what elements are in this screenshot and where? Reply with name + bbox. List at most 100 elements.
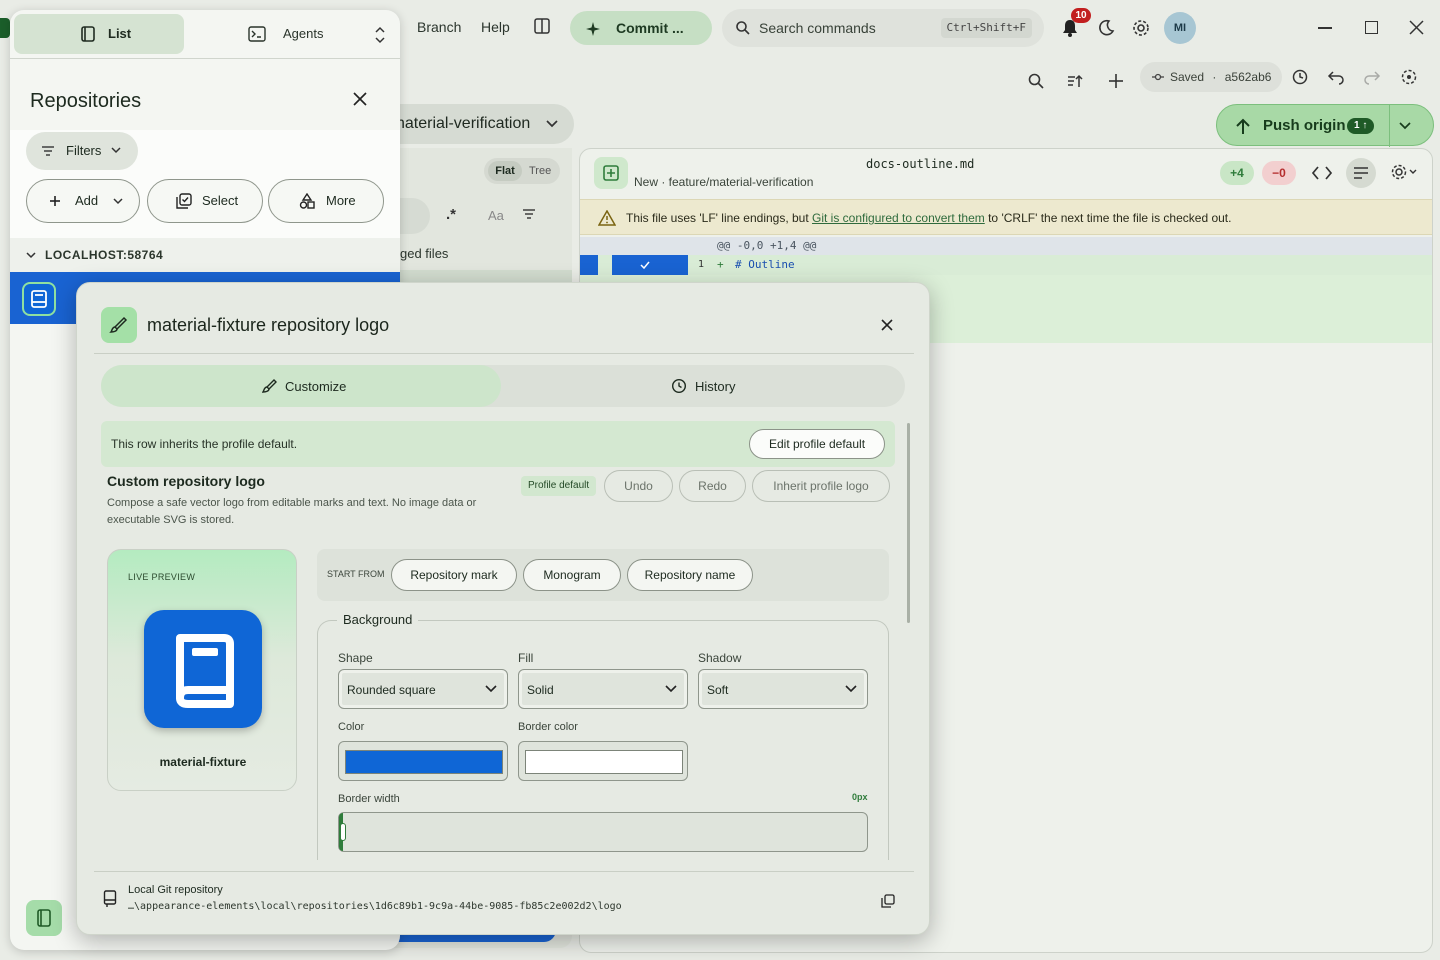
add-button[interactable]: Add xyxy=(26,179,140,223)
undo-icon[interactable] xyxy=(1327,69,1345,85)
undo-button[interactable]: Undo xyxy=(604,470,673,502)
host-group-header[interactable]: LOCALHOST:58764 xyxy=(45,248,163,262)
push-origin-button[interactable]: Push origin 1 ↑ xyxy=(1216,104,1434,147)
more-label: More xyxy=(326,193,356,208)
changes-list-row[interactable] xyxy=(380,270,572,282)
add-label: Add xyxy=(75,193,99,208)
chevron-down-icon xyxy=(485,684,497,694)
terminal-icon xyxy=(248,26,266,42)
sort-icon[interactable] xyxy=(1066,72,1084,90)
push-options-chevron-icon[interactable] xyxy=(1399,121,1411,131)
settings-gear-icon[interactable] xyxy=(1131,18,1151,38)
commit-dot-icon xyxy=(1152,72,1164,82)
edit-profile-default-button[interactable]: Edit profile default xyxy=(749,429,885,459)
shape-label: Shape xyxy=(338,651,373,665)
line-endings-warning: This file uses 'LF' line endings, but Gi… xyxy=(580,199,1432,235)
dark-mode-moon-icon[interactable] xyxy=(1096,18,1116,38)
chevron-down-icon xyxy=(111,146,121,154)
tab-customize[interactable]: Customize xyxy=(101,365,501,407)
redo-button[interactable]: Redo xyxy=(679,470,746,502)
select-multiple-icon xyxy=(176,193,192,209)
line-content: # Outline xyxy=(735,258,795,271)
app-logo-icon xyxy=(0,18,10,38)
tab-list[interactable]: List xyxy=(14,14,184,54)
border-color-picker[interactable] xyxy=(518,741,688,781)
regex-toggle[interactable]: .* xyxy=(446,206,456,223)
check-icon xyxy=(639,259,651,271)
tab-agents[interactable]: Agents xyxy=(204,14,364,54)
close-window-icon[interactable] xyxy=(1409,20,1424,35)
color-picker[interactable] xyxy=(338,741,508,781)
add-icon[interactable] xyxy=(1107,72,1125,90)
more-button[interactable]: More xyxy=(268,179,384,223)
search-icon[interactable] xyxy=(1027,72,1045,90)
select-button[interactable]: Select xyxy=(147,179,263,223)
filters-button[interactable]: Filters xyxy=(26,132,138,170)
fill-value: Solid xyxy=(527,683,554,697)
wrap-lines-icon[interactable] xyxy=(1346,158,1376,188)
border-width-label: Border width xyxy=(338,793,400,805)
saved-label: Saved xyxy=(1170,70,1205,84)
copy-path-icon[interactable] xyxy=(881,894,895,908)
view-mode-toggle[interactable]: Flat Tree xyxy=(484,158,560,184)
git-config-link[interactable]: Git is configured to convert them xyxy=(812,211,985,225)
background-legend: Background xyxy=(337,612,419,627)
dialog-title: material-fixture repository logo xyxy=(147,315,390,335)
shape-select[interactable]: Rounded square xyxy=(338,669,508,709)
border-width-slider[interactable] xyxy=(338,812,868,852)
diff-settings-gear-icon[interactable] xyxy=(1390,163,1420,181)
chevron-down-icon xyxy=(665,684,677,694)
inherit-notice: This row inherits the profile default. E… xyxy=(101,421,895,467)
dialog-scrollbar[interactable] xyxy=(907,423,910,623)
line-stage-checkbox[interactable] xyxy=(580,255,598,275)
hunk-header: @@ -0,0 +1,4 @@ xyxy=(580,237,1432,255)
expand-collapse-icon[interactable] xyxy=(374,26,386,44)
section-description: Compose a safe vector logo from editable… xyxy=(107,497,477,526)
command-search-input[interactable]: Search commands Ctrl+Shift+F xyxy=(722,9,1044,47)
slider-handle[interactable] xyxy=(340,823,346,841)
tab-list-label: List xyxy=(108,26,132,41)
border-width-value: 0px xyxy=(852,792,868,802)
push-separator xyxy=(1389,105,1390,147)
history-clock-icon[interactable] xyxy=(1291,68,1309,86)
code-view-icon[interactable] xyxy=(1312,165,1332,181)
menu-help[interactable]: Help xyxy=(481,19,510,35)
shadow-select[interactable]: Soft xyxy=(698,669,868,709)
diff-added-line: 1 + # Outline xyxy=(580,255,1432,275)
start-monogram-button[interactable]: Monogram xyxy=(523,559,621,591)
color-swatch xyxy=(345,750,503,774)
redo-icon[interactable] xyxy=(1363,69,1381,85)
tab-history[interactable]: History xyxy=(501,365,905,407)
menu-branch[interactable]: Branch xyxy=(417,19,461,35)
border-color-swatch xyxy=(525,750,683,774)
color-label: Color xyxy=(338,721,365,733)
shape-value: Rounded square xyxy=(347,683,436,697)
brush-icon xyxy=(101,307,137,343)
bottom-repository-item[interactable] xyxy=(26,900,62,936)
saved-hash: a562ab6 xyxy=(1224,70,1272,84)
user-avatar[interactable]: MI xyxy=(1164,12,1196,44)
toggle-sidebar-icon[interactable] xyxy=(533,17,551,35)
view-tree[interactable]: Tree xyxy=(529,165,551,177)
reset-settings-icon[interactable] xyxy=(1400,68,1418,86)
filter-lines-icon[interactable] xyxy=(522,208,536,220)
start-repository-mark-button[interactable]: Repository mark xyxy=(391,559,517,591)
close-panel-icon[interactable] xyxy=(353,92,367,106)
start-repository-name-button[interactable]: Repository name xyxy=(627,559,753,591)
logo-preview xyxy=(144,610,262,728)
start-from-row: START FROM Repository mark Monogram Repo… xyxy=(317,549,889,601)
saved-status[interactable]: Saved · a562ab6 xyxy=(1140,62,1282,92)
chevron-down-icon xyxy=(546,119,558,129)
branch-selector[interactable]: naterial-verification xyxy=(380,104,574,144)
fill-select[interactable]: Solid xyxy=(518,669,688,709)
footer-divider xyxy=(94,871,914,872)
chevron-down-icon[interactable] xyxy=(26,251,36,259)
inherit-profile-logo-button[interactable]: Inherit profile logo xyxy=(752,470,890,502)
commit-button[interactable]: Commit ... xyxy=(570,11,712,45)
view-flat[interactable]: Flat xyxy=(488,161,522,181)
arrow-up-icon xyxy=(1235,117,1251,135)
close-dialog-icon[interactable] xyxy=(881,319,893,331)
case-toggle[interactable]: Aa xyxy=(488,208,504,223)
maximize-icon[interactable] xyxy=(1365,21,1378,34)
minimize-icon[interactable] xyxy=(1318,27,1332,29)
